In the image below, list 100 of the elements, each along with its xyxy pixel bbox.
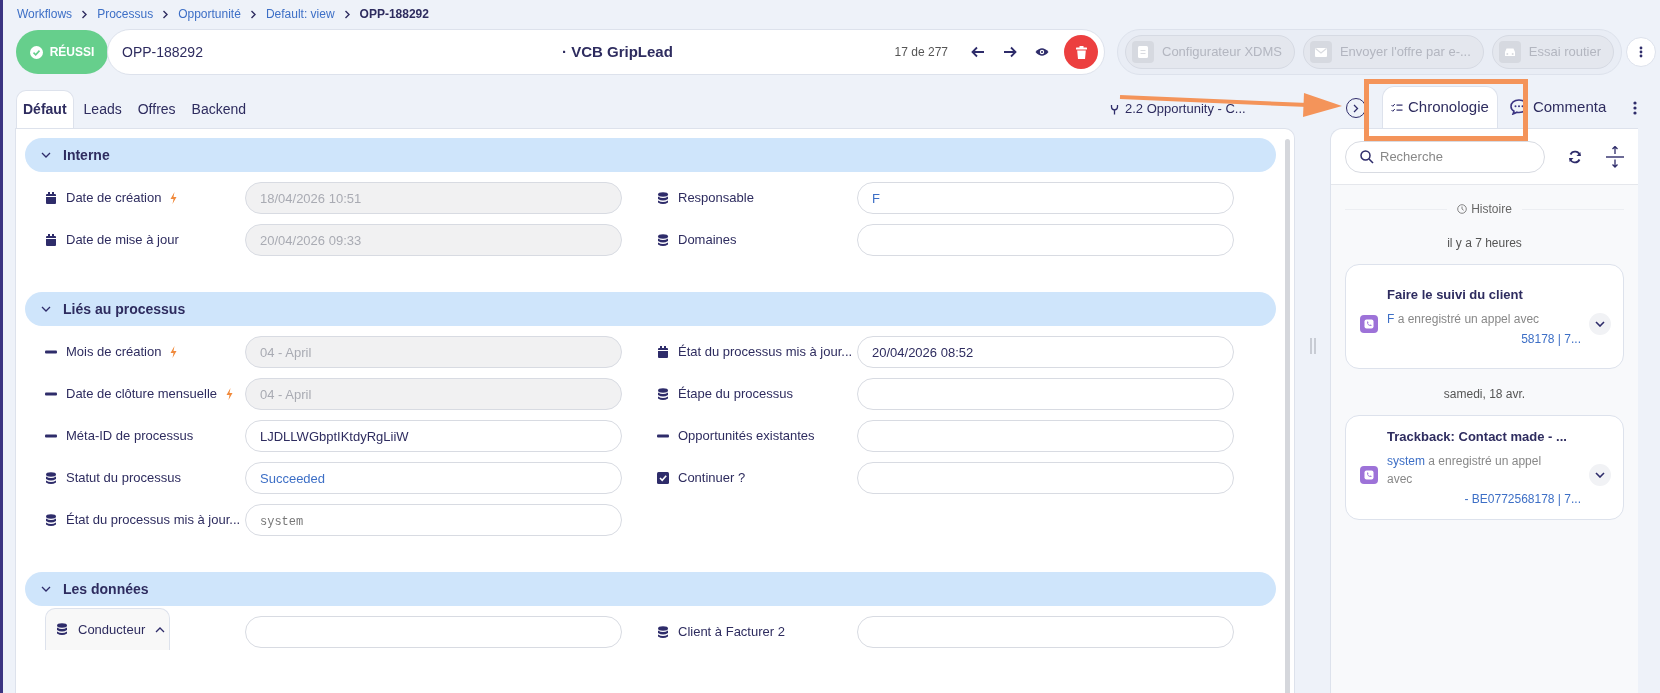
- actor-link[interactable]: F: [1387, 312, 1395, 327]
- card-title: Faire le suivi du client: [1387, 285, 1524, 304]
- reference-link[interactable]: - BE0772568178 | 7...: [1387, 490, 1589, 509]
- resize-handle[interactable]: [1309, 337, 1316, 354]
- input-field[interactable]: F: [857, 182, 1234, 214]
- field-label: Date de création: [66, 189, 162, 208]
- field-label: Responsable: [678, 189, 754, 208]
- car-icon: [1498, 41, 1521, 63]
- reference-link[interactable]: 58178 | 7...: [1387, 330, 1589, 349]
- tab[interactable]: Défaut: [16, 90, 74, 128]
- clock-icon: [1457, 204, 1468, 214]
- scrollbar[interactable]: [1285, 139, 1290, 693]
- input-field[interactable]: 20/04/2026 08:52: [857, 336, 1234, 368]
- tab[interactable]: Offres: [131, 90, 182, 128]
- card-text: F a enregistré un appel avec: [1387, 311, 1541, 329]
- field-label: Méta-ID de processus: [66, 427, 194, 446]
- search-input[interactable]: Recherche: [1380, 146, 1530, 167]
- flow-link[interactable]: 2.2 Opportunity - C...: [1110, 90, 1340, 128]
- lightning-icon: [226, 388, 234, 400]
- dash-icon: [45, 392, 57, 396]
- field-label: Étape du processus: [678, 385, 793, 404]
- tab[interactable]: Backend: [185, 90, 253, 128]
- search-icon: [1360, 149, 1374, 164]
- record-id: OPP-188292: [122, 42, 204, 62]
- date-label: samedi, 18 avr.: [1442, 386, 1527, 403]
- input-field[interactable]: [857, 616, 1234, 648]
- breadcrumb-link[interactable]: Default: view: [265, 5, 335, 23]
- eye-icon: [1035, 47, 1049, 57]
- chevron-down-icon: [41, 586, 51, 592]
- database-icon: [45, 471, 57, 485]
- chevron-down-icon: [1595, 471, 1605, 478]
- section-title: Liés au processus: [63, 299, 186, 319]
- section-title: Les données: [63, 579, 149, 599]
- branch-icon: [1110, 103, 1119, 115]
- card-title: Trackback: Contact made - ...: [1387, 427, 1568, 446]
- arrow-left-icon: [971, 46, 985, 58]
- timeline-card[interactable]: Faire le suivi du client F a enregistré un appel avec 58178 | 7...: [1345, 264, 1624, 369]
- field-label: Mois de création: [66, 343, 162, 362]
- dash-icon: [657, 434, 669, 438]
- chevron-down-icon: [1595, 320, 1605, 327]
- chevron-right-icon: [81, 9, 89, 19]
- chevron-down-icon: [41, 152, 51, 158]
- calendar-icon: [45, 192, 57, 204]
- check-circle-icon: [29, 45, 43, 59]
- breadcrumb-current: OPP-188292: [359, 6, 429, 23]
- input-field[interactable]: Succeeded: [245, 462, 622, 494]
- kebab-icon: [1639, 46, 1644, 58]
- field-label: Conducteur: [78, 620, 146, 639]
- input-field[interactable]: [245, 616, 622, 648]
- section-header[interactable]: Liés au processus: [25, 292, 1276, 326]
- phone-icon: [1360, 314, 1378, 333]
- list-icon: [1391, 103, 1403, 112]
- breadcrumb-link[interactable]: Processus: [97, 5, 154, 23]
- tab[interactable]: Leads: [77, 90, 128, 128]
- input-field[interactable]: [857, 462, 1234, 494]
- section-header[interactable]: Interne: [25, 138, 1276, 172]
- field-label: Continuer ?: [678, 469, 746, 488]
- expand-vertical-icon: [1606, 145, 1624, 168]
- chevron-down-icon: [41, 306, 51, 312]
- checkbox-icon: [657, 472, 669, 484]
- field-label: Statut du processus: [66, 469, 181, 488]
- field-label: Date de mise à jour: [66, 231, 179, 250]
- refresh-icon: [1567, 149, 1582, 164]
- refresh-button[interactable]: [1567, 148, 1582, 165]
- envelope-icon: [1309, 41, 1332, 63]
- actor-link[interactable]: system: [1387, 454, 1425, 469]
- tab[interactable]: Chronologie: [1382, 86, 1498, 128]
- expand-button[interactable]: [1589, 312, 1611, 335]
- timeline-card[interactable]: Trackback: Contact made - ... system a enregistré un appel avec - BE0772568178 | 7...: [1345, 415, 1624, 520]
- lightning-icon: [170, 346, 178, 358]
- database-icon: [657, 625, 669, 639]
- phone-icon: [1360, 465, 1378, 484]
- record-title: · VCB GripLead: [562, 41, 673, 62]
- tab[interactable]: Commenta: [1501, 86, 1615, 128]
- breadcrumb-link[interactable]: Opportunité: [178, 5, 241, 23]
- database-icon: [657, 233, 669, 247]
- field-label: Date de clôture mensuelle: [66, 385, 218, 404]
- input-field[interactable]: [857, 420, 1234, 452]
- dash-icon: [45, 434, 57, 438]
- lightning-icon: [170, 192, 178, 204]
- card-text: system a enregistré un appel avec: [1387, 453, 1543, 489]
- input-field[interactable]: [857, 378, 1234, 410]
- input-field[interactable]: LJDLLWGbptIKtdyRgLiiW: [245, 420, 622, 452]
- document-icon: [1132, 41, 1154, 63]
- input-field[interactable]: system: [245, 504, 622, 536]
- database-icon: [56, 623, 68, 636]
- field-label: Client à Facturer 2: [678, 623, 785, 642]
- collapse-button[interactable]: [1606, 145, 1624, 168]
- field-label: Domaines: [678, 231, 737, 250]
- input-field[interactable]: [857, 224, 1234, 256]
- database-icon: [45, 513, 57, 527]
- calendar-icon: [657, 346, 669, 358]
- calendar-icon: [45, 234, 57, 246]
- delete-button[interactable]: [1064, 35, 1098, 69]
- trash-icon: [1075, 45, 1087, 59]
- field-label: Opportunités existantes: [678, 427, 815, 446]
- section-header[interactable]: Les données: [25, 572, 1276, 606]
- group-toggle[interactable]: Conducteur: [45, 608, 170, 650]
- breadcrumb-link[interactable]: Workflows: [17, 5, 73, 23]
- expand-button[interactable]: [1589, 463, 1611, 486]
